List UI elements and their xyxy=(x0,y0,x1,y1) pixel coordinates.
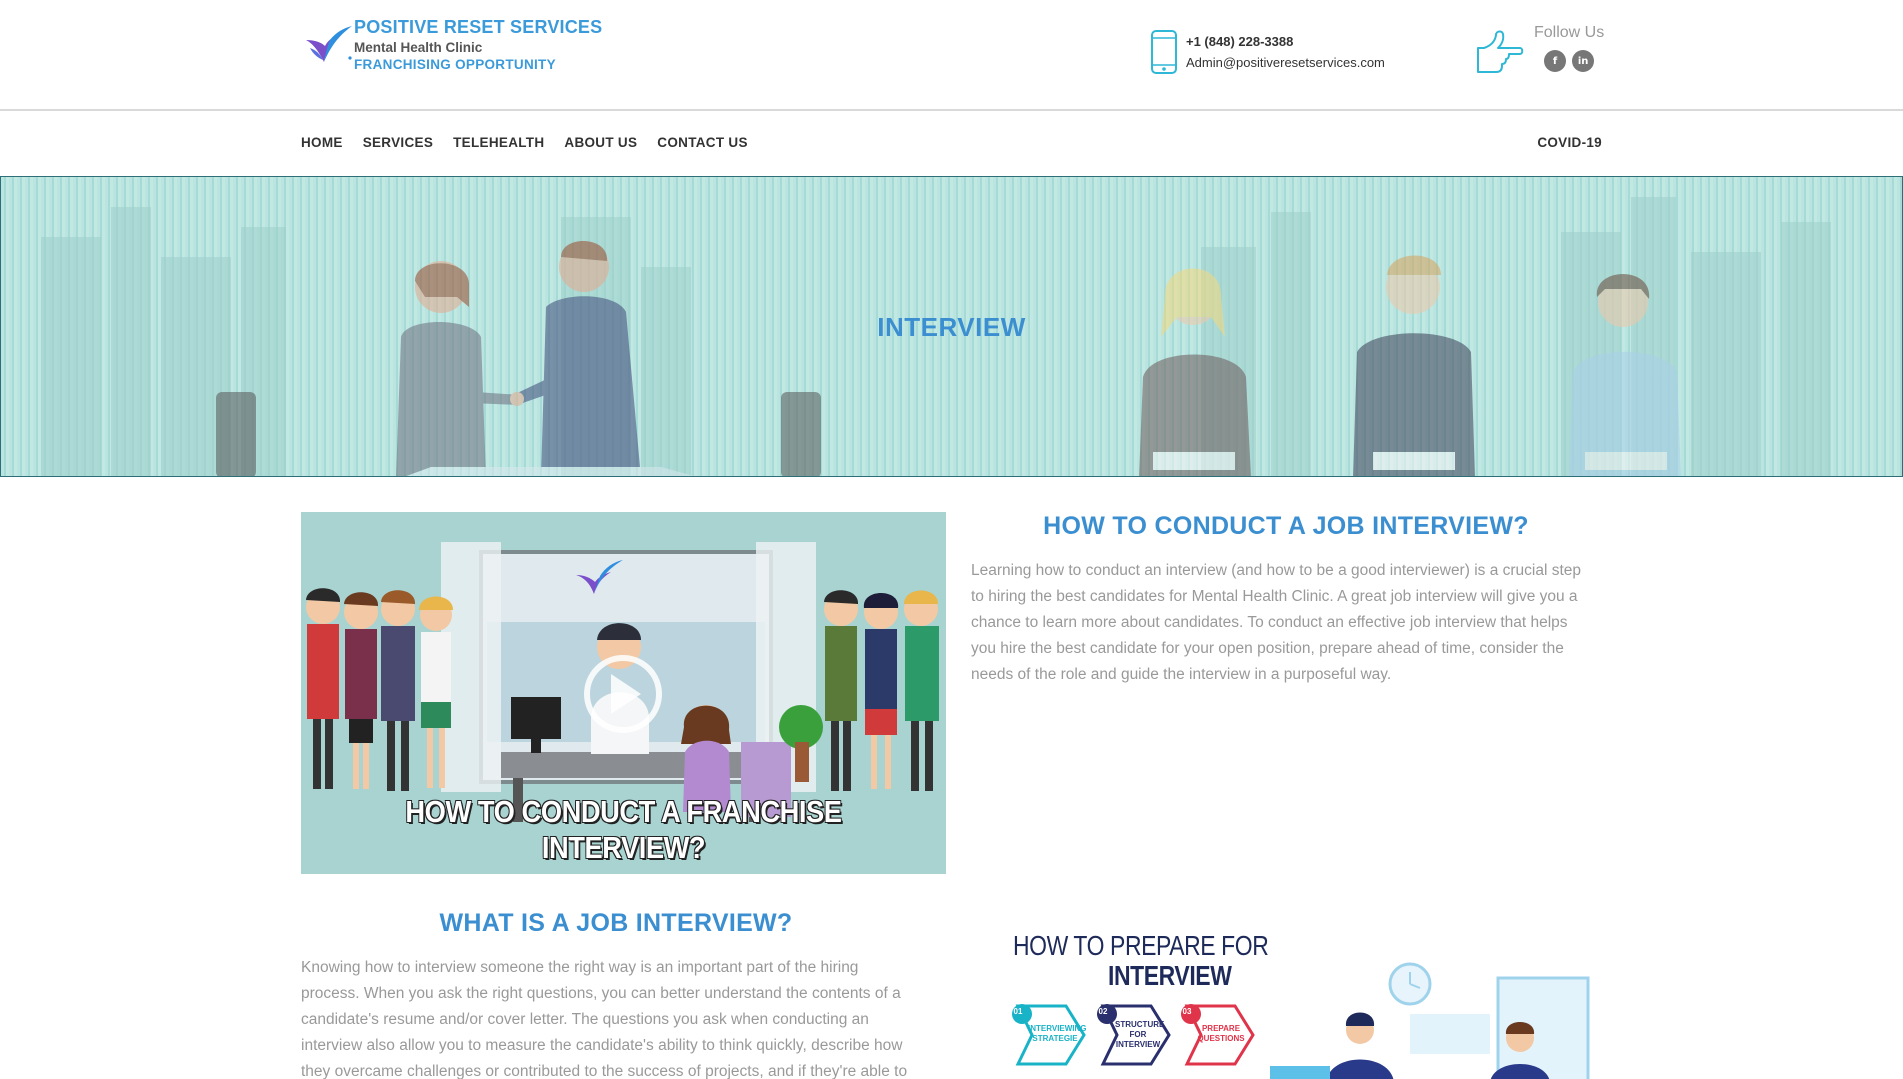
what-line: interview also allow you to measure the … xyxy=(301,1037,903,1054)
what-line: Knowing how to interview someone the rig… xyxy=(301,959,859,976)
prepare-title-line2: INTERVIEW xyxy=(1108,960,1232,991)
email-link[interactable]: Admin@positiveresetservices.com xyxy=(1186,52,1385,73)
brand-subtitle: Mental Health Clinic xyxy=(354,40,483,55)
step-2-number: 02 xyxy=(1098,1007,1108,1016)
phone-icon xyxy=(1151,30,1177,74)
brand-title: POSITIVE RESET SERVICES xyxy=(354,17,603,37)
nav-item-covid-19[interactable]: COVID-19 xyxy=(1537,135,1602,150)
hero-title: INTERVIEW xyxy=(877,312,1026,342)
what-line: process. When you ask the right question… xyxy=(301,985,901,1002)
brand-logo[interactable]: POSITIVE RESET SERVICES Mental Health Cl… xyxy=(300,18,602,71)
main-nav: HOME SERVICES TELEHEALTH ABOUT US CONTAC… xyxy=(0,111,1903,176)
what-heading: WHAT IS A JOB INTERVIEW? xyxy=(439,909,793,937)
conduct-paragraph: Learning how to conduct an interview (an… xyxy=(971,558,1611,688)
nav-item-services[interactable]: SERVICES xyxy=(363,135,433,150)
site-header: POSITIVE RESET SERVICES Mental Health Cl… xyxy=(0,0,1903,110)
brand-tagline: FRANCHISING OPPORTUNITY xyxy=(354,56,556,72)
conduct-line: to hiring the best candidates for Mental… xyxy=(971,588,1578,605)
conduct-line: Learning how to conduct an interview (an… xyxy=(971,562,1582,579)
nav-item-telehealth[interactable]: TELEHEALTH xyxy=(453,135,544,150)
contact-info: +1 (848) 228-3388 Admin@positiveresetser… xyxy=(1150,30,1385,74)
linkedin-icon[interactable]: in xyxy=(1572,50,1595,72)
nav-item-home[interactable]: HOME xyxy=(301,135,343,150)
prepare-title-line1: HOW TO PREPARE FOR xyxy=(1013,930,1269,961)
conduct-heading: HOW TO CONDUCT A JOB INTERVIEW? xyxy=(1043,512,1529,540)
phone-number-link[interactable]: +1 (848) 228-3388 xyxy=(1186,31,1385,52)
step-1-number: 01 xyxy=(1013,1007,1023,1016)
hero-banner: INTERVIEW xyxy=(0,176,1903,477)
conduct-line: you hire the best candidate for your ope… xyxy=(971,640,1564,657)
what-line: candidate's resume and/or cover letter. … xyxy=(301,1011,869,1028)
nav-item-contact-us[interactable]: CONTACT US xyxy=(657,135,748,150)
video-player[interactable]: HOW TO CONDUCT A FRANCHISE INTERVIEW? xyxy=(301,512,946,874)
nav-item-about-us[interactable]: ABOUT US xyxy=(564,135,637,150)
follow-us: Follow Us f in xyxy=(1474,24,1604,78)
bird-logo-icon xyxy=(306,26,352,62)
office-workers-illustration xyxy=(1270,962,1590,1079)
conduct-line: needs of the role and guide the intervie… xyxy=(971,666,1392,683)
video-caption: HOW TO CONDUCT A FRANCHISE INTERVIEW? xyxy=(405,794,842,865)
pointing-hand-icon xyxy=(1477,30,1524,73)
prepare-interview-graphic: HOW TO PREPARE FOR INTERVIEW 01 INTERVIE… xyxy=(1000,922,1600,1079)
step-3-label: PREPARE QUESTIONS xyxy=(1197,1024,1245,1043)
step-3-number: 03 xyxy=(1182,1007,1192,1016)
follow-us-label: Follow Us xyxy=(1534,24,1605,41)
what-paragraph: Knowing how to interview someone the rig… xyxy=(301,955,941,1079)
step-1-label: INTERVIEWING STRATEGIE xyxy=(1028,1024,1087,1043)
facebook-icon[interactable]: f xyxy=(1544,50,1567,72)
step-2-label: STRUCTURE FOR INTERVIEW xyxy=(1115,1020,1165,1049)
conduct-line: chance to learn more about candidates. T… xyxy=(971,614,1568,631)
what-line: they overcame challenges or contributed … xyxy=(301,1063,908,1079)
